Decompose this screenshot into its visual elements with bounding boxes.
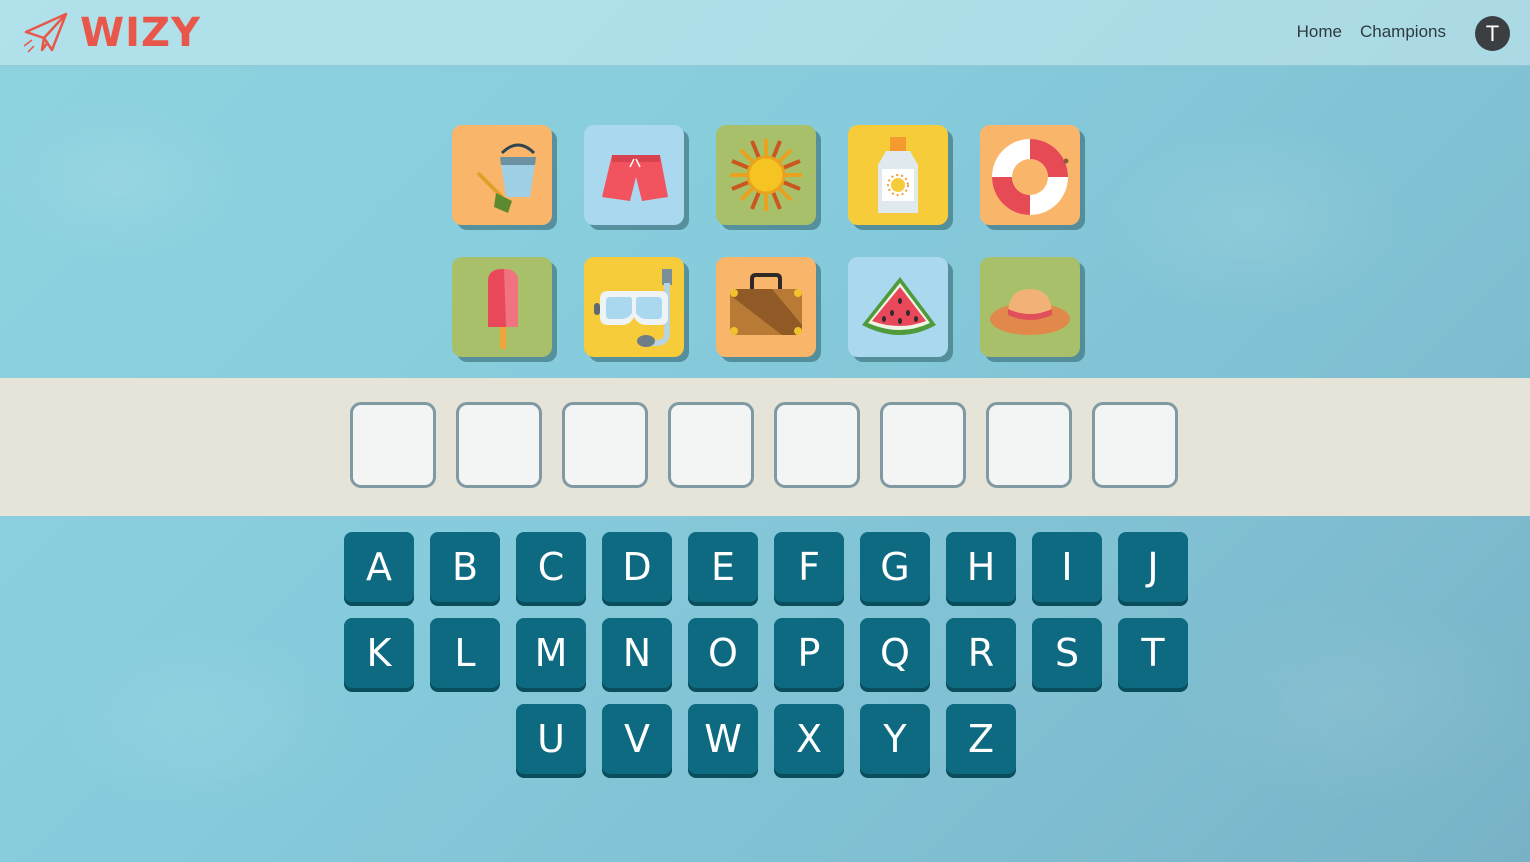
answer-slot[interactable] — [1092, 402, 1178, 488]
key-x[interactable]: X — [774, 704, 844, 774]
key-j[interactable]: J — [1118, 532, 1188, 602]
logo-text: WIZY — [80, 10, 201, 56]
answer-slot[interactable] — [986, 402, 1072, 488]
key-u[interactable]: U — [516, 704, 586, 774]
snorkel-mask-icon — [594, 269, 672, 347]
popsicle-icon — [488, 269, 518, 349]
key-b[interactable]: B — [430, 532, 500, 602]
sun-hat-icon — [990, 289, 1070, 335]
logo[interactable]: WIZY — [22, 10, 201, 56]
answer-slot[interactable] — [668, 402, 754, 488]
key-c[interactable]: C — [516, 532, 586, 602]
top-bar: WIZY Home Champions T — [0, 0, 1530, 66]
key-f[interactable]: F — [774, 532, 844, 602]
key-s[interactable]: S — [1032, 618, 1102, 688]
picture-tile-sun — [716, 125, 816, 225]
key-k[interactable]: K — [344, 618, 414, 688]
key-z[interactable]: Z — [946, 704, 1016, 774]
life-ring-icon — [992, 139, 1069, 215]
picture-tile-swim-shorts — [584, 125, 684, 225]
key-w[interactable]: W — [688, 704, 758, 774]
answer-slot[interactable] — [456, 402, 542, 488]
answer-slot[interactable] — [774, 402, 860, 488]
watermelon-icon — [862, 277, 936, 335]
picture-tile-snorkel-mask — [584, 257, 684, 357]
key-t[interactable]: T — [1118, 618, 1188, 688]
sun-icon — [730, 139, 802, 211]
key-g[interactable]: G — [860, 532, 930, 602]
main-nav: Home Champions — [1297, 22, 1446, 42]
answer-slot[interactable] — [350, 402, 436, 488]
key-y[interactable]: Y — [860, 704, 930, 774]
picture-tile-life-ring — [980, 125, 1080, 225]
bucket-spade-icon — [476, 143, 536, 213]
picture-tile-watermelon — [848, 257, 948, 357]
key-p[interactable]: P — [774, 618, 844, 688]
picture-tile-sun-hat — [980, 257, 1080, 357]
picture-tile-popsicle — [452, 257, 552, 357]
picture-tile-bucket-spade — [452, 125, 552, 225]
answer-slot[interactable] — [880, 402, 966, 488]
key-v[interactable]: V — [602, 704, 672, 774]
suitcase-icon — [730, 273, 802, 335]
nav-home-link[interactable]: Home — [1297, 22, 1342, 42]
picture-tile-sunscreen — [848, 125, 948, 225]
key-d[interactable]: D — [602, 532, 672, 602]
key-n[interactable]: N — [602, 618, 672, 688]
picture-tile-suitcase — [716, 257, 816, 357]
swim-shorts-icon — [602, 155, 668, 201]
key-i[interactable]: I — [1032, 532, 1102, 602]
sunscreen-icon — [878, 137, 918, 213]
key-q[interactable]: Q — [860, 618, 930, 688]
answer-band — [0, 378, 1530, 516]
key-m[interactable]: M — [516, 618, 586, 688]
key-e[interactable]: E — [688, 532, 758, 602]
key-a[interactable]: A — [344, 532, 414, 602]
user-avatar[interactable]: T — [1475, 16, 1510, 51]
paper-plane-icon — [23, 12, 68, 53]
key-h[interactable]: H — [946, 532, 1016, 602]
key-o[interactable]: O — [688, 618, 758, 688]
answer-slot[interactable] — [562, 402, 648, 488]
key-l[interactable]: L — [430, 618, 500, 688]
nav-champions-link[interactable]: Champions — [1360, 22, 1446, 42]
key-r[interactable]: R — [946, 618, 1016, 688]
